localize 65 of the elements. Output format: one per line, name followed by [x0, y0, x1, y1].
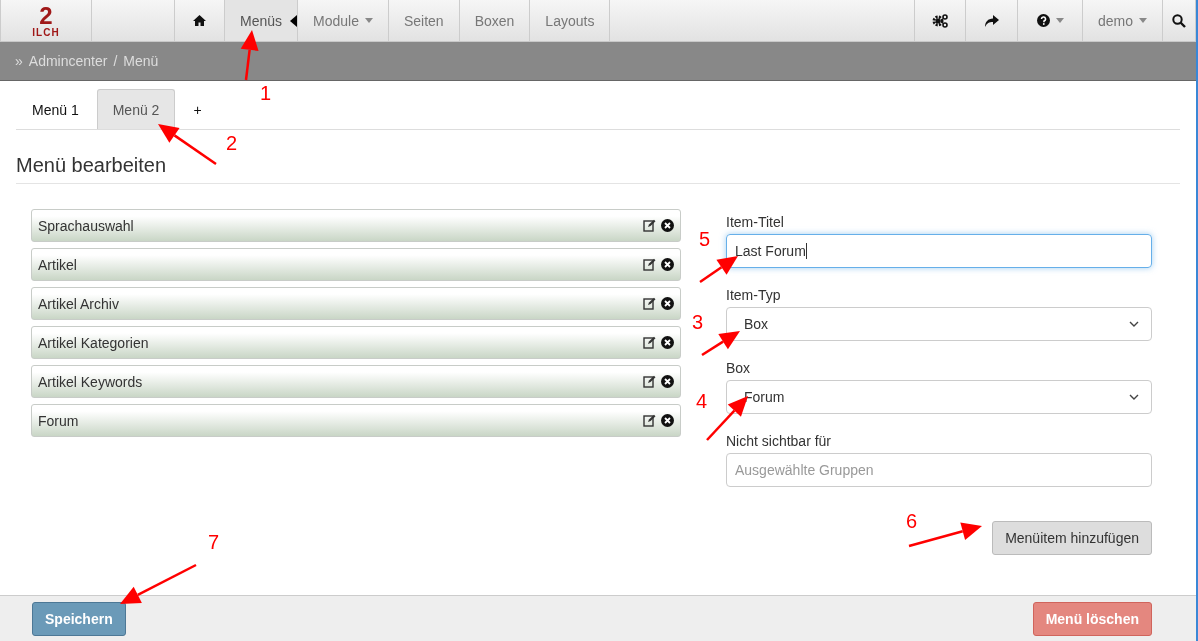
edit-icon[interactable]	[643, 336, 656, 349]
home-icon	[193, 15, 206, 26]
nav-link[interactable]: Menüs	[225, 0, 299, 41]
annotation-number: 6	[906, 511, 918, 531]
caret-icon	[364, 18, 373, 23]
help-icon	[1036, 14, 1050, 27]
menu-item-label: Artikel Kategorien	[38, 334, 150, 351]
menu-item[interactable]: Sprachauswahl	[31, 209, 681, 242]
menu-item[interactable]: Artikel Kategorien	[31, 326, 681, 359]
remove-icon[interactable]	[661, 258, 674, 271]
tab[interactable]: Menü 2	[96, 89, 176, 129]
menu-item[interactable]: Forum	[31, 404, 681, 437]
gears-icon	[932, 13, 948, 28]
menu-item-label: Sprachauswahl	[38, 217, 135, 234]
annotation-number: 2	[226, 133, 238, 153]
caret-icon	[1139, 18, 1147, 23]
field-label: Box	[726, 360, 752, 376]
caret-icon	[1055, 18, 1064, 23]
annotation-number: 1	[260, 83, 272, 103]
menu-item-label: Artikel Archiv	[38, 295, 120, 312]
menu-item-label: Artikel	[38, 256, 78, 273]
annotation-number: 3	[692, 312, 704, 332]
select-field[interactable]: Box	[726, 307, 1152, 341]
annotation-number: 7	[208, 532, 220, 552]
edit-icon[interactable]	[643, 219, 656, 232]
field-label: Nicht sichtbar für	[726, 433, 833, 449]
section-heading: Menü bearbeiten	[16, 154, 1180, 184]
annotation-arrow	[699, 256, 738, 284]
menu-item[interactable]: Artikel Keywords	[31, 365, 681, 398]
menu-item[interactable]: Artikel	[31, 248, 681, 281]
breadcrumb-prefix: »	[15, 53, 23, 69]
field-label: Item-Titel	[726, 214, 785, 230]
remove-icon[interactable]	[661, 414, 674, 427]
chevron-down-icon	[1129, 394, 1139, 400]
remove-icon[interactable]	[661, 375, 674, 388]
remove-icon[interactable]	[661, 219, 674, 232]
menu-item-label: Forum	[38, 412, 80, 429]
edit-icon[interactable]	[643, 297, 656, 310]
nav-link[interactable]: Module	[298, 0, 389, 41]
edit-icon[interactable]	[643, 375, 656, 388]
search-icon	[1172, 13, 1186, 28]
edit-icon[interactable]	[643, 414, 656, 427]
text-field[interactable]: Last Forum	[726, 234, 1152, 268]
nav-link[interactable]: Layouts	[530, 0, 611, 41]
share-icon	[984, 14, 999, 27]
user-menu[interactable]: demo	[1083, 0, 1163, 41]
remove-icon[interactable]	[661, 336, 674, 349]
nav-link[interactable]: Seiten	[388, 0, 460, 41]
selection-indicator-icon	[290, 15, 298, 27]
annotation-number: 4	[696, 391, 708, 411]
logo[interactable]: 2 ILCH	[0, 0, 92, 41]
tab[interactable]: +	[177, 89, 218, 129]
menu-item[interactable]: Artikel Archiv	[31, 287, 681, 320]
field-label: Item-Typ	[726, 287, 782, 303]
edit-icon[interactable]	[643, 258, 656, 271]
breadcrumb-separator: /	[113, 53, 118, 69]
annotation-arrow	[701, 331, 740, 357]
tab[interactable]: Menü 1	[16, 89, 95, 129]
annotation-arrow	[240, 30, 259, 81]
add-menu-item-button[interactable]: Menüitem hinzufügen	[992, 521, 1152, 555]
annotation-number: 5	[699, 229, 711, 249]
nav-link[interactable]: Boxen	[459, 0, 531, 41]
remove-icon[interactable]	[661, 297, 674, 310]
chevron-down-icon	[1129, 321, 1139, 327]
menu-item-label: Artikel Keywords	[38, 373, 144, 390]
